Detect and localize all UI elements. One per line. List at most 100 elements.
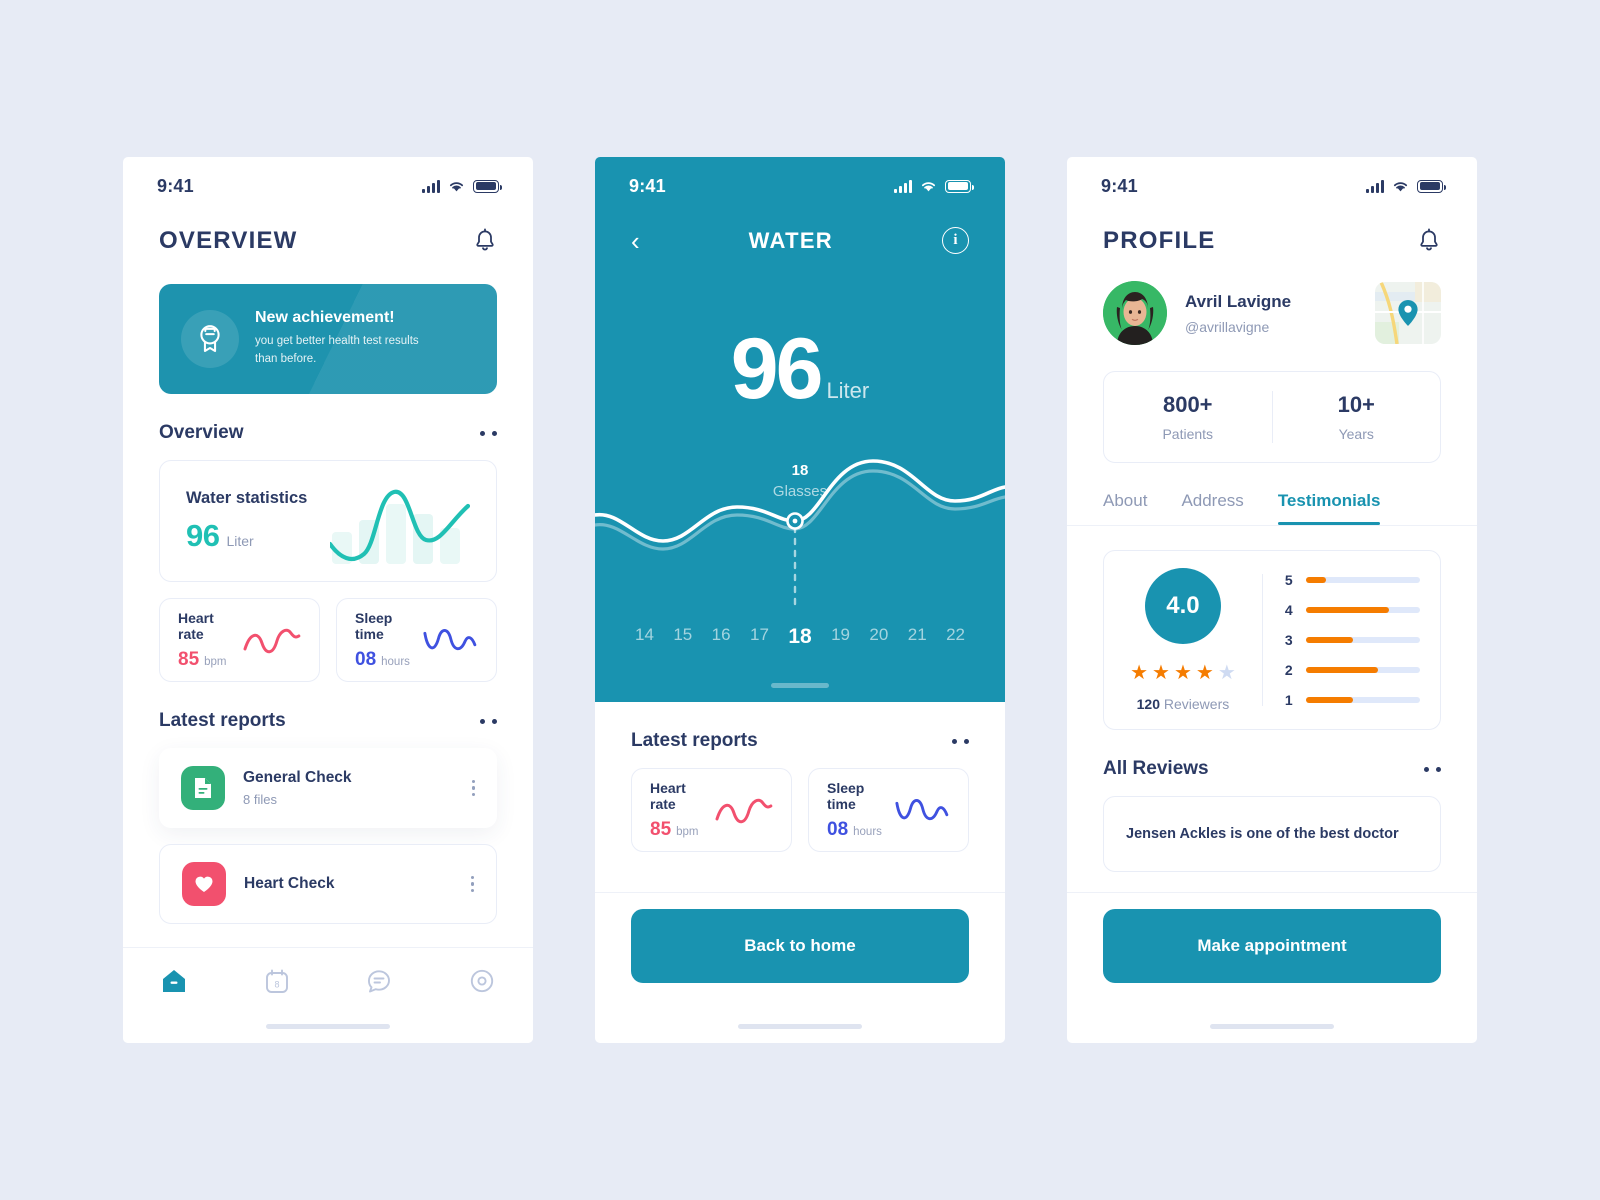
day-20[interactable]: 20 bbox=[869, 625, 888, 649]
avatar[interactable] bbox=[1103, 281, 1167, 345]
bell-icon[interactable] bbox=[1417, 228, 1441, 254]
chat-icon[interactable] bbox=[366, 968, 392, 994]
tab-testimonials[interactable]: Testimonials bbox=[1277, 491, 1380, 525]
rating-bar-5: 5 bbox=[1285, 572, 1420, 588]
rating-bar-1: 1 bbox=[1285, 692, 1420, 708]
reviewers-label: Reviewers bbox=[1163, 696, 1230, 712]
tab-address[interactable]: Address bbox=[1181, 491, 1243, 525]
tab-about[interactable]: About bbox=[1103, 491, 1147, 525]
day-22[interactable]: 22 bbox=[946, 625, 965, 649]
wifi-icon bbox=[921, 181, 936, 191]
report-name: General Check bbox=[243, 769, 352, 786]
status-time: 9:41 bbox=[1101, 175, 1138, 196]
target-icon[interactable] bbox=[469, 968, 495, 994]
wifi-icon bbox=[449, 181, 464, 191]
achievement-line1: you get better health test results bbox=[255, 335, 419, 348]
water-mini-chart bbox=[327, 478, 471, 564]
home-indicator bbox=[738, 1024, 862, 1029]
stat-years: 10+ Years bbox=[1273, 392, 1441, 442]
water-line-chart bbox=[595, 457, 1005, 617]
water-card-text: Water statistics 96 Liter bbox=[186, 489, 307, 554]
reviewers-number: 120 bbox=[1136, 696, 1160, 712]
day-19[interactable]: 19 bbox=[831, 625, 850, 649]
rating-stars: ★ ★ ★ ★ ★ bbox=[1130, 660, 1236, 685]
achievement-title: New achievement! bbox=[255, 309, 395, 327]
rating-bar-4: 4 bbox=[1285, 602, 1420, 618]
rating-bar-label: 2 bbox=[1284, 662, 1293, 678]
latest-reports-title: Latest reports bbox=[631, 730, 758, 751]
screens-stage: 9:41 OVERVIEW New achievement! you get b… bbox=[0, 0, 1600, 1200]
calendar-icon[interactable]: 8 bbox=[264, 968, 290, 994]
metric-title: Sleep time bbox=[827, 779, 865, 812]
chevron-left-icon[interactable]: ‹ bbox=[631, 228, 640, 254]
more-dots-icon[interactable] bbox=[480, 718, 497, 724]
metric-value: 08 bbox=[827, 818, 849, 840]
metric-value-row: 85 bpm bbox=[650, 819, 715, 841]
review-text: Jensen Ackles is one of the best doctor bbox=[1126, 826, 1399, 842]
water-chart-days: 14 15 16 17 18 19 20 21 22 bbox=[595, 625, 1005, 649]
metric-heart-rate[interactable]: Heart rate 85 bpm bbox=[631, 768, 792, 852]
star-3: ★ bbox=[1173, 662, 1192, 684]
metric-value-row: 85 bpm bbox=[178, 649, 243, 671]
report-item-heart-check[interactable]: Heart Check bbox=[159, 844, 497, 924]
home-icon[interactable] bbox=[161, 968, 187, 994]
status-time: 9:41 bbox=[157, 175, 194, 196]
status-bar: 9:41 bbox=[123, 157, 533, 215]
status-icons bbox=[1366, 179, 1446, 193]
day-21[interactable]: 21 bbox=[908, 625, 927, 649]
more-dots-icon[interactable] bbox=[1424, 766, 1441, 772]
metric-sleep-time[interactable]: Sleep time 08 hours bbox=[336, 598, 497, 682]
sleep-wave-icon bbox=[895, 799, 949, 821]
rating-summary-card: 4.0 ★ ★ ★ ★ ★ 120 Reviewers 5 4 3 2 1 bbox=[1103, 550, 1441, 730]
kebab-menu-icon[interactable] bbox=[470, 876, 474, 892]
rating-bar-fill bbox=[1305, 577, 1327, 583]
document-icon bbox=[181, 766, 225, 810]
report-text: General Check 8 files bbox=[243, 769, 352, 807]
metric-unit: hours bbox=[853, 825, 882, 838]
metric-title: Heart rate bbox=[178, 609, 214, 642]
rating-bar-label: 5 bbox=[1284, 572, 1293, 588]
achievement-banner[interactable]: New achievement! you get better health t… bbox=[159, 284, 497, 394]
info-icon[interactable]: i bbox=[941, 227, 969, 254]
day-15[interactable]: 15 bbox=[673, 625, 692, 649]
metric-heart-rate[interactable]: Heart rate 85 bpm bbox=[159, 598, 320, 682]
sheet-grabber[interactable] bbox=[771, 683, 829, 688]
rating-bar-track bbox=[1305, 577, 1420, 583]
back-to-home-button[interactable]: Back to home bbox=[631, 909, 969, 983]
overview-section-header: Overview bbox=[123, 422, 533, 444]
water-unit: Liter bbox=[826, 378, 870, 403]
metric-sleep-time[interactable]: Sleep time 08 hours bbox=[808, 768, 969, 852]
metric-sleep-time-text: Sleep time 08 hours bbox=[355, 610, 422, 671]
all-reviews-header: All Reviews bbox=[1067, 758, 1477, 780]
report-item-general-check[interactable]: General Check 8 files bbox=[159, 748, 497, 828]
metric-sleep-time-text: Sleep time 08 hours bbox=[827, 780, 894, 841]
more-dots-icon[interactable] bbox=[480, 430, 497, 436]
overview-header: OVERVIEW bbox=[123, 215, 533, 255]
review-item[interactable]: Jensen Ackles is one of the best doctor bbox=[1103, 796, 1441, 872]
metric-value-row: 08 hours bbox=[355, 649, 422, 671]
make-appointment-button[interactable]: Make appointment bbox=[1103, 909, 1441, 983]
star-2: ★ bbox=[1152, 662, 1170, 684]
day-14[interactable]: 14 bbox=[635, 625, 654, 649]
rating-bar-3: 3 bbox=[1285, 632, 1420, 648]
kebab-menu-icon[interactable] bbox=[471, 780, 475, 796]
water-card-title: Water statistics bbox=[186, 488, 308, 507]
cellular-bars-icon bbox=[894, 179, 912, 193]
bell-icon[interactable] bbox=[473, 228, 497, 254]
heartbeat-wave-icon bbox=[715, 798, 773, 824]
profile-name: Avril Lavigne bbox=[1185, 291, 1292, 311]
water-mini-chart-svg bbox=[327, 489, 471, 564]
water-statistics-card[interactable]: Water statistics 96 Liter bbox=[159, 460, 497, 582]
day-17[interactable]: 17 bbox=[750, 625, 769, 649]
rating-bar-track bbox=[1305, 637, 1420, 643]
stat-value: 10+ bbox=[1337, 392, 1375, 417]
map-pin-thumbnail[interactable] bbox=[1375, 282, 1441, 344]
profile-tabs: About Address Testimonials bbox=[1067, 463, 1477, 525]
day-18-selected[interactable]: 18 bbox=[788, 625, 811, 649]
metric-unit: hours bbox=[381, 655, 410, 668]
more-dots-icon[interactable] bbox=[952, 738, 969, 744]
day-16[interactable]: 16 bbox=[712, 625, 731, 649]
phone-overview: 9:41 OVERVIEW New achievement! you get b… bbox=[123, 157, 533, 1043]
reviewers-count: 120 Reviewers bbox=[1137, 696, 1230, 712]
phone-water: 9:41 ‹ WATER i 96 Liter 18 Glasses 14 15… bbox=[595, 157, 1005, 1043]
